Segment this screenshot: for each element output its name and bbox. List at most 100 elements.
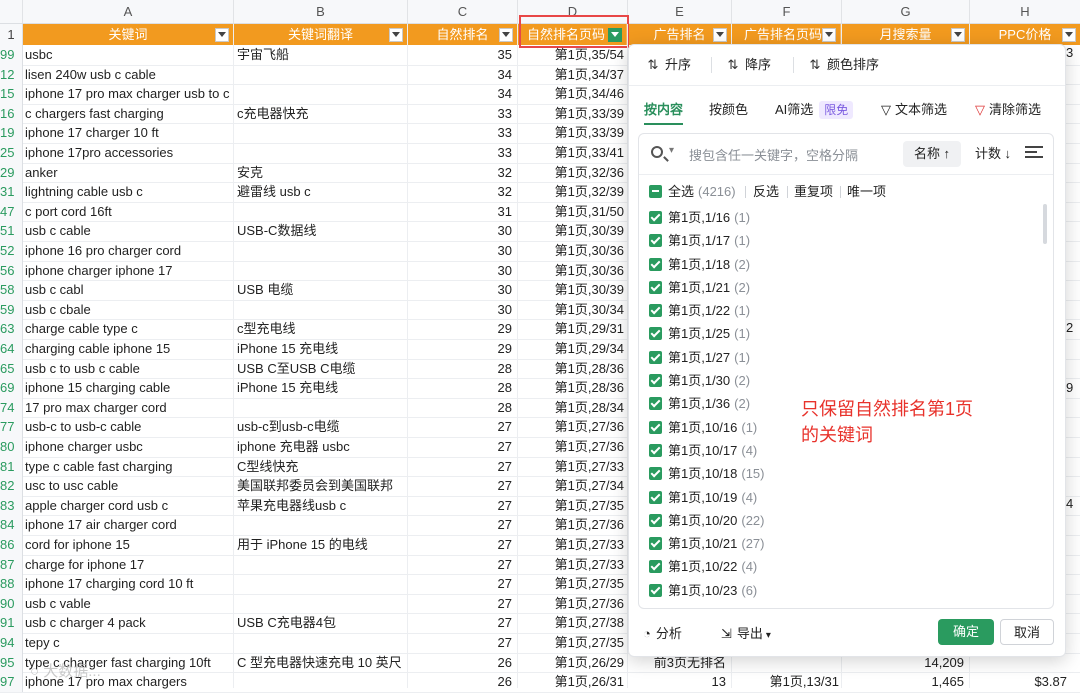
cell-organic-rank-page[interactable]: 第1页,29/34	[520, 339, 624, 359]
cell-organic-rank[interactable]: 30	[410, 241, 512, 261]
row-number[interactable]: 65	[0, 358, 23, 379]
cell-organic-rank[interactable]: 33	[410, 143, 512, 163]
tab-ai-filter[interactable]: AI筛选 限免	[775, 99, 854, 121]
col-header-e[interactable]: E	[628, 0, 732, 23]
cell-keyword[interactable]: usb c cable	[25, 221, 233, 241]
cell-translation[interactable]	[237, 555, 407, 575]
list-item[interactable]: 第1页,1/30 (2)	[649, 369, 1029, 392]
cell-organic-rank[interactable]: 27	[410, 496, 512, 516]
sort-by-count-button[interactable]: 计数 ↓	[971, 141, 1015, 167]
checkbox-checked-icon[interactable]	[649, 420, 662, 434]
cell-translation[interactable]: 宇宙飞船	[237, 45, 407, 65]
list-item[interactable]: 第1页,10/23 (6)	[649, 579, 1029, 602]
cell-translation[interactable]: USB 电缆	[237, 280, 407, 300]
row-number[interactable]: 84	[0, 515, 23, 535]
export-button[interactable]: ⇲ 导出 ▾	[721, 623, 771, 645]
cell-organic-rank-page[interactable]: 第1页,27/38	[520, 613, 624, 633]
checkbox-checked-icon[interactable]	[649, 304, 662, 318]
cell-organic-rank-page[interactable]: 第1页,34/37	[520, 65, 624, 85]
cell-organic-rank[interactable]: 28	[410, 398, 512, 418]
cell-organic-rank[interactable]: 33	[410, 123, 512, 143]
cell-organic-rank-page[interactable]: 第1页,33/39	[520, 104, 624, 124]
search-input[interactable]	[687, 143, 891, 167]
checkbox-checked-icon[interactable]	[649, 467, 662, 481]
cell-organic-rank-page[interactable]: 第1页,27/35	[520, 496, 624, 516]
col-header-d[interactable]: D	[518, 0, 628, 23]
filter-dropdown-icon[interactable]	[713, 28, 727, 42]
cell-organic-rank[interactable]: 27	[410, 535, 512, 555]
row-number[interactable]: 83	[0, 495, 23, 516]
confirm-button[interactable]: 确定	[938, 619, 994, 645]
row-number[interactable]: 64	[0, 339, 23, 359]
cell-organic-rank-page[interactable]: 第1页,35/54	[520, 45, 624, 65]
list-item[interactable]: 第1页,1/27 (1)	[649, 346, 1029, 369]
tab-by-color[interactable]: 按颜色	[709, 99, 748, 121]
cell-keyword[interactable]: 17 pro max charger cord	[25, 398, 255, 418]
filter-dropdown-icon[interactable]	[389, 28, 403, 42]
col-header-g[interactable]: G	[842, 0, 970, 23]
cell-translation[interactable]: 用于 iPhone 15 的电线	[237, 535, 407, 555]
cell-organic-rank-page[interactable]: 第1页,27/35	[520, 574, 624, 594]
row-number[interactable]: 1	[0, 24, 23, 45]
row-number[interactable]: 69	[0, 378, 23, 398]
cell-organic-rank-page[interactable]: 第1页,28/36	[520, 359, 624, 379]
checkbox-checked-icon[interactable]	[649, 537, 662, 551]
list-item[interactable]: 第1页,10/22 (4)	[649, 555, 1029, 578]
cell-keyword[interactable]: iphone 15 charging cable	[25, 378, 233, 398]
list-item[interactable]: 第1页,1/18 (2)	[649, 253, 1029, 276]
checkbox-checked-icon[interactable]	[649, 374, 662, 388]
cell-organic-rank[interactable]: 27	[410, 437, 512, 457]
cell-organic-rank-page[interactable]: 第1页,27/33	[520, 535, 624, 555]
row-number[interactable]: 80	[0, 437, 23, 457]
cell-organic-rank[interactable]: 35	[410, 45, 512, 65]
checkbox-checked-icon[interactable]	[649, 257, 662, 271]
cell-keyword[interactable]: usb c to usb c cable	[25, 359, 233, 379]
checkbox-checked-icon[interactable]	[649, 350, 662, 364]
cell-organic-rank-page[interactable]: 第1页,30/39	[520, 221, 624, 241]
col-header-h[interactable]: H	[970, 0, 1080, 23]
list-item[interactable]: 第1页,1/22 (1)	[649, 299, 1029, 322]
row-number[interactable]: 86	[0, 535, 23, 555]
cell-keyword[interactable]: anker	[25, 163, 233, 183]
chevron-down-icon[interactable]: ▾	[669, 145, 674, 156]
cell-organic-rank-page[interactable]: 第1页,32/39	[520, 182, 624, 202]
cell-keyword[interactable]: tepy c	[25, 633, 255, 653]
header-monthly-search[interactable]: 月搜索量	[842, 24, 970, 45]
checkbox-checked-icon[interactable]	[649, 490, 662, 504]
cell-organic-rank-page[interactable]: 第1页,27/36	[520, 437, 624, 457]
cell-organic-rank-page[interactable]: 第1页,34/46	[520, 84, 624, 104]
cell-organic-rank[interactable]: 27	[410, 633, 512, 653]
analyze-button[interactable]: ◔ 分析	[643, 623, 682, 645]
cell-keyword[interactable]: iphone 17 air charger cord	[25, 515, 255, 535]
row-number[interactable]: 47	[0, 201, 23, 222]
col-header-b[interactable]: B	[234, 0, 408, 23]
cell-translation[interactable]	[237, 574, 407, 594]
cell-keyword[interactable]: iphone 17 charger 10 ft	[25, 123, 255, 143]
tab-by-content[interactable]: 按内容	[644, 99, 684, 125]
col-header-c[interactable]: C	[408, 0, 518, 23]
cell-keyword[interactable]: iphone 17 charging cord 10 ft	[25, 574, 255, 594]
col-header-f[interactable]: F	[732, 0, 842, 23]
row-number[interactable]: 15	[0, 84, 23, 104]
cell-organic-rank-page[interactable]: 第1页,29/31	[520, 319, 624, 339]
header-translation[interactable]: 关键词翻译	[234, 24, 408, 45]
cell-keyword[interactable]: iphone 17 pro max charger usb to c	[25, 84, 255, 104]
row-number[interactable]: 77	[0, 417, 23, 437]
cell-keyword[interactable]: usb c cabl	[25, 280, 233, 300]
checkbox-checked-icon[interactable]	[649, 560, 662, 574]
cell-organic-rank[interactable]: 30	[410, 221, 512, 241]
checkbox-checked-icon[interactable]	[649, 397, 662, 411]
checkbox-checked-icon[interactable]	[649, 234, 662, 248]
cell-keyword[interactable]: iphone 16 pro charger cord	[25, 241, 255, 261]
row-number[interactable]: 58	[0, 280, 23, 300]
cell-organic-rank-page[interactable]: 第1页,28/36	[520, 378, 624, 398]
cell-monthly-search[interactable]: 1,465	[843, 672, 964, 692]
checkbox-checked-icon[interactable]	[649, 327, 662, 341]
cell-translation[interactable]: 避雷线 usb c	[237, 182, 407, 202]
cell-organic-rank-page[interactable]: 第1页,32/36	[520, 163, 624, 183]
cell-ad-rank-page[interactable]: 第1页,13/31	[733, 672, 839, 692]
list-item[interactable]: 第1页,1/16 (1)	[649, 206, 1029, 229]
cell-translation[interactable]	[237, 65, 407, 85]
checkbox-checked-icon[interactable]	[649, 583, 662, 597]
cell-translation[interactable]: iphone 充电器 usbc	[237, 437, 407, 457]
